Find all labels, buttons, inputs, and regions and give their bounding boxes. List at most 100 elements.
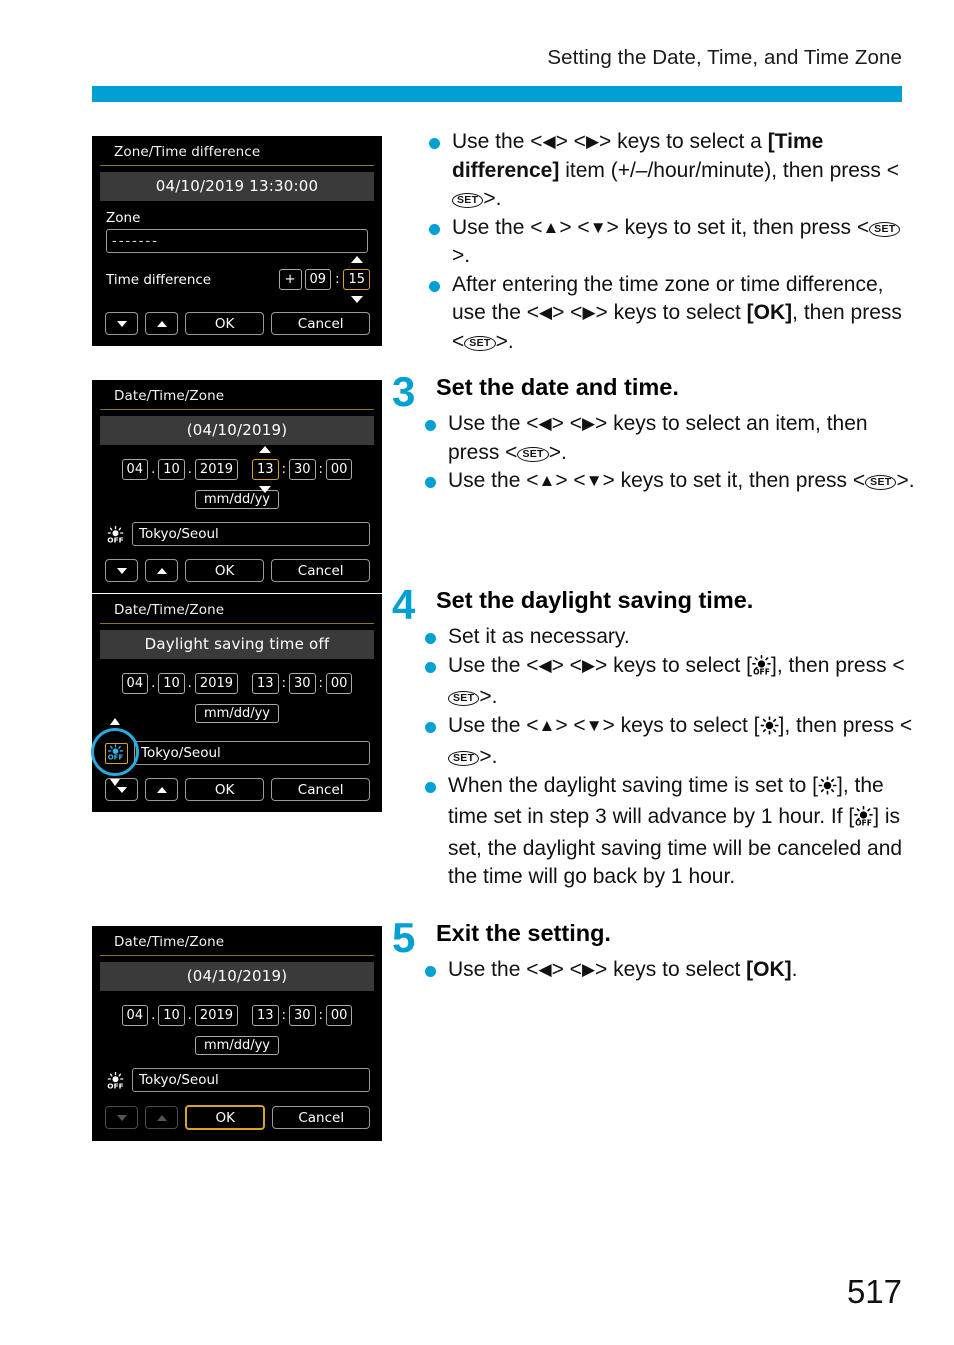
- year-cell[interactable]: 2019: [194, 1005, 239, 1026]
- second-cell[interactable]: 00: [325, 673, 353, 694]
- up-button[interactable]: [145, 559, 178, 582]
- screen-banner: Daylight saving time off: [100, 630, 374, 659]
- zone-value-field[interactable]: -------: [106, 229, 368, 253]
- date-separator: .: [151, 1008, 156, 1023]
- screen-title: Date/Time/Zone: [100, 380, 374, 410]
- date-format-box[interactable]: mm/dd/yy: [195, 1036, 279, 1055]
- hour-cell[interactable]: 13: [252, 1005, 279, 1026]
- screen-button-row: OK Cancel: [105, 559, 370, 582]
- hour-up-arrow-icon[interactable]: [257, 446, 273, 453]
- set-button-icon: SET: [865, 475, 897, 490]
- screen-button-row: OK Cancel: [105, 1105, 370, 1130]
- date-separator: .: [187, 676, 192, 691]
- down-arrow-key-icon: ▼: [585, 715, 603, 735]
- right-arrow-key-icon: ▶: [585, 132, 600, 151]
- screen-banner: 04/10/2019 13:30:00: [100, 172, 374, 201]
- camera-screen-exit-setting: Date/Time/Zone (04/10/2019) 04 . 10 . 20…: [92, 926, 382, 1141]
- svg-text:OFF: OFF: [753, 667, 770, 675]
- time-separator: :: [318, 676, 323, 691]
- cancel-button[interactable]: Cancel: [271, 312, 370, 335]
- down-arrow-key-icon: ▼: [585, 471, 603, 490]
- date-format-row: mm/dd/yy: [92, 704, 382, 723]
- day-cell[interactable]: 10: [158, 459, 185, 480]
- timezone-row: OFF Tokyo/Seoul: [105, 1068, 370, 1092]
- month-cell[interactable]: 04: [121, 1005, 149, 1026]
- minute-cell[interactable]: 30: [288, 459, 316, 480]
- hour-cell[interactable]: 13: [252, 673, 279, 694]
- left-arrow-key-icon: ◀: [538, 655, 552, 675]
- second-cell[interactable]: 00: [325, 459, 353, 480]
- page-number: 517: [846, 1273, 902, 1310]
- month-cell[interactable]: 04: [121, 673, 149, 694]
- down-button[interactable]: [105, 559, 138, 582]
- ok-button[interactable]: OK: [185, 1105, 266, 1130]
- ok-button[interactable]: OK: [185, 778, 265, 801]
- svg-text:OFF: OFF: [108, 753, 124, 760]
- step-heading: Set the daylight saving time.: [436, 587, 754, 613]
- up-button[interactable]: [145, 312, 178, 335]
- cancel-button[interactable]: Cancel: [271, 778, 370, 801]
- left-arrow-key-icon: ◀: [542, 132, 556, 151]
- hour-down-arrow-icon[interactable]: [257, 486, 273, 493]
- instruction-bullet: Use the <▲> <▼> keys to set it, then pre…: [420, 467, 918, 496]
- month-cell[interactable]: 04: [121, 459, 149, 480]
- dst-on-icon: [818, 775, 837, 804]
- up-button[interactable]: [145, 1106, 178, 1129]
- minutes-up-arrow-icon[interactable]: [349, 256, 365, 263]
- hour-cell[interactable]: 13: [252, 459, 279, 480]
- time-difference-row: Time difference + 09 : 15: [106, 256, 370, 303]
- timezone-field[interactable]: Tokyo/Seoul: [132, 1068, 370, 1092]
- manual-page: Setting the Date, Time, and Time Zone Zo…: [0, 0, 954, 1345]
- date-format-box[interactable]: mm/dd/yy: [195, 704, 279, 723]
- minutes-down-arrow-icon[interactable]: [349, 296, 365, 303]
- year-cell[interactable]: 2019: [194, 459, 239, 480]
- date-format-row: mm/dd/yy: [92, 1036, 382, 1055]
- cancel-button[interactable]: Cancel: [272, 1106, 370, 1129]
- dst-off-icon[interactable]: OFF: [105, 1070, 126, 1090]
- screen-title: Date/Time/Zone: [100, 926, 374, 956]
- down-button[interactable]: [105, 778, 138, 801]
- running-header: Setting the Date, Time, and Time Zone: [547, 46, 902, 69]
- date-separator: .: [187, 462, 192, 477]
- right-arrow-key-icon: ▶: [582, 303, 596, 322]
- dst-off-icon[interactable]: OFF: [105, 524, 126, 544]
- timezone-field[interactable]: Tokyo/Seoul: [132, 522, 370, 546]
- cancel-button[interactable]: Cancel: [271, 559, 370, 582]
- down-button[interactable]: [105, 312, 138, 335]
- instruction-bullet: When the daylight saving time is set to …: [420, 772, 924, 892]
- up-arrow-key-icon: ▲: [542, 217, 560, 237]
- time-separator: :: [335, 272, 340, 287]
- timezone-field[interactable]: Tokyo/Seoul: [134, 741, 370, 765]
- date-separator: .: [151, 462, 156, 477]
- instruction-bullet: Use the <◀> <▶> keys to select [OK].: [420, 956, 930, 985]
- year-cell[interactable]: 2019: [194, 673, 239, 694]
- ok-button[interactable]: OK: [185, 559, 265, 582]
- right-arrow-key-icon: ▶: [581, 414, 596, 433]
- date-time-row: 04 . 10 . 2019 13 : 30 : 00: [92, 1005, 382, 1026]
- second-cell[interactable]: 00: [325, 1005, 353, 1026]
- screen-title: Date/Time/Zone: [100, 594, 374, 624]
- up-button[interactable]: [145, 778, 178, 801]
- day-cell[interactable]: 10: [158, 1005, 185, 1026]
- camera-screen-set-date-time: Date/Time/Zone (04/10/2019) 04 . 10 . 20…: [92, 380, 382, 593]
- down-button[interactable]: [105, 1106, 138, 1129]
- dst-off-icon[interactable]: OFF: [91, 717, 139, 786]
- dst-off-icon: OFF: [854, 805, 874, 835]
- time-difference-label: Time difference: [106, 271, 212, 288]
- dst-off-icon: OFF: [752, 654, 771, 684]
- set-button-icon: SET: [448, 751, 480, 766]
- ok-button[interactable]: OK: [185, 312, 265, 335]
- minutes-cell[interactable]: 15: [343, 269, 370, 290]
- time-separator: :: [281, 1008, 286, 1023]
- day-cell[interactable]: 10: [158, 673, 185, 694]
- minute-cell[interactable]: 30: [288, 1005, 316, 1026]
- intro-bullet-list: Use the <◀> <▶> keys to select a [Time d…: [424, 128, 914, 356]
- set-button-icon: SET: [464, 335, 496, 351]
- minute-cell[interactable]: 30: [288, 673, 316, 694]
- step-number: 3: [392, 368, 416, 415]
- screen-banner: (04/10/2019): [100, 962, 374, 991]
- sign-cell[interactable]: +: [278, 269, 302, 290]
- svg-text:OFF: OFF: [855, 818, 872, 826]
- hours-cell[interactable]: 09: [304, 269, 332, 290]
- step-bullet-list: Use the <◀> <▶> keys to select an item, …: [420, 410, 918, 496]
